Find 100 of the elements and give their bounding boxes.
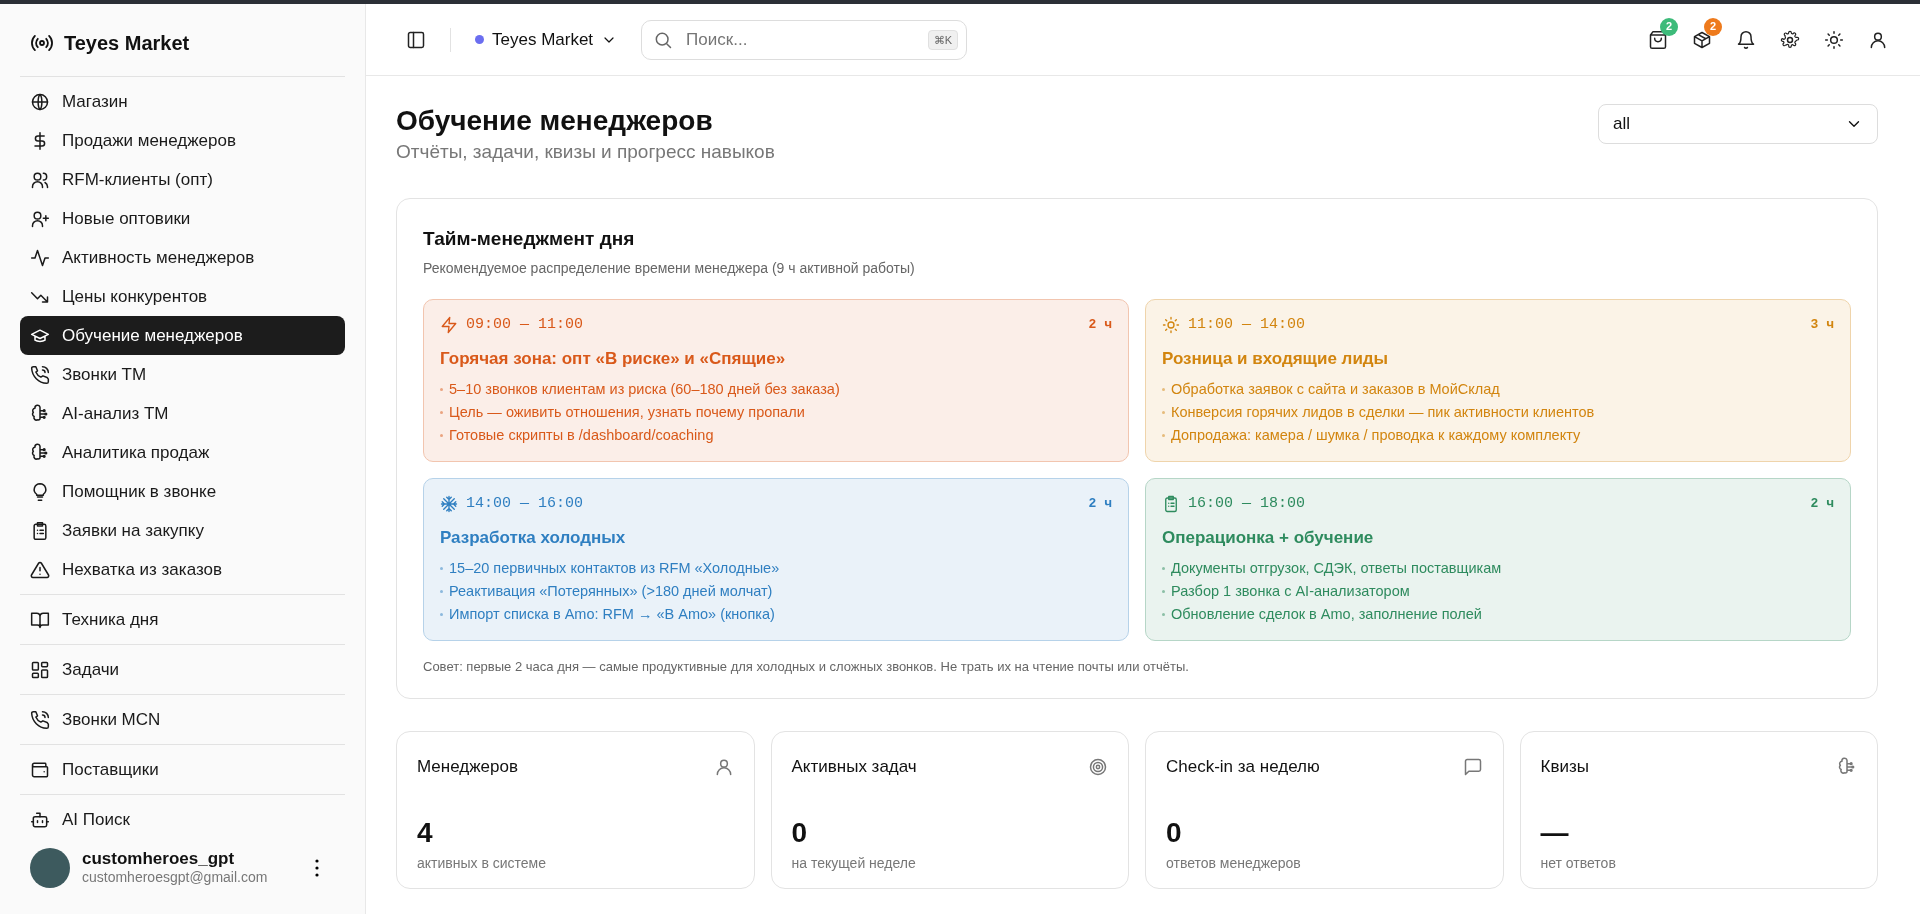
sidebar-item[interactable]: AI Поиск xyxy=(20,800,345,839)
task-text: Цель — оживить отношения, узнать почему пропали xyxy=(449,402,805,422)
activity-icon xyxy=(30,247,50,268)
sidebar-item[interactable]: Магазин xyxy=(20,82,345,121)
task-text: Обработка заявок с сайта и заказов в МойСклад xyxy=(1171,379,1500,399)
task-text: 5–10 звонков клиентам из риска (60–180 дней без заказа) xyxy=(449,379,840,399)
bullet-icon xyxy=(1162,433,1165,437)
stat-value: 0 xyxy=(791,818,809,850)
block-title: Горячая зона: опт «В риске» и «Спящие» xyxy=(440,348,787,371)
bullet-icon xyxy=(1162,410,1165,414)
brand-name: Teyes Market xyxy=(64,31,190,56)
bullet-icon xyxy=(440,589,443,593)
sidebar-item[interactable]: Обучение менеджеров xyxy=(20,316,345,355)
tip-text: Совет: первые 2 часа дня — самые продуктивные для холодных и сложных звонков. Не трать их на чтение почты или отчёты. xyxy=(423,657,1190,676)
sidebar-item[interactable]: Нехватка из заказов xyxy=(20,550,345,589)
sidebar-item[interactable]: Новые оптовики xyxy=(20,199,345,238)
stat-value: — xyxy=(1540,818,1570,850)
clipboard-list-icon xyxy=(30,520,50,541)
stat-note: на текущей неделе xyxy=(791,854,917,874)
page-title: Обучение менеджеров xyxy=(396,104,714,138)
sidebar-item[interactable]: Звонки ТМ xyxy=(20,355,345,394)
globe-icon xyxy=(30,91,50,112)
bullet-icon xyxy=(440,410,443,414)
task-text: Допродажа: камера / шумка / проводка к каждому комплекту xyxy=(1171,425,1581,445)
block-title: Розница и входящие лиды xyxy=(1162,348,1390,371)
user-name: customheroes_gpt xyxy=(82,850,236,869)
bullet-icon xyxy=(1162,387,1165,391)
bullet-icon xyxy=(440,612,443,616)
user-email: customheroesgpt@gmail.com xyxy=(82,868,269,886)
sidebar-item[interactable]: Заявки на закупку xyxy=(20,511,345,550)
time-range: 09:00 — 11:00 xyxy=(466,314,584,335)
sidebar-item[interactable]: Техника дня xyxy=(20,600,345,639)
more-options-icon xyxy=(315,859,319,877)
clipboard-list-icon xyxy=(1162,494,1180,513)
page-subtitle: Отчёты, задачи, квизы и прогресс навыков xyxy=(396,139,775,164)
lightbulb-icon xyxy=(30,481,50,502)
task-text: Готовые скрипты в /dashboard/coaching xyxy=(449,425,714,445)
stat-label: Активных задач xyxy=(791,756,917,779)
bullet-icon xyxy=(440,566,443,570)
stat-note: активных в системе xyxy=(417,854,548,874)
stat-value: 4 xyxy=(417,818,434,850)
brain-icon xyxy=(30,442,50,463)
stat-value: 0 xyxy=(1166,818,1183,850)
card-subtitle: Рекомендуемое распределение времени менеджера (9 ч активной работы) xyxy=(423,258,916,278)
warning-icon xyxy=(30,559,50,580)
brain-icon xyxy=(30,403,50,424)
sidebar-item[interactable]: Цены конкурентов xyxy=(20,277,345,316)
sidebar-item[interactable]: RFM-клиенты (опт) xyxy=(20,160,345,199)
stat-label: Менеджеров xyxy=(417,756,518,779)
task-text: Документы отгрузок, СДЭК, ответы поставщикам xyxy=(1171,558,1502,578)
bullet-icon xyxy=(440,433,443,437)
task-text: 15–20 первичных контактов из RFM «Холодные» xyxy=(449,558,780,578)
sidebar-item[interactable]: Звонки MCN xyxy=(20,700,345,739)
time-range: 11:00 — 14:00 xyxy=(1188,314,1306,335)
filter-dropdown[interactable]: all xyxy=(1598,104,1878,144)
task-text: Разбор 1 звонка с AI-анализатором xyxy=(1171,581,1410,601)
stat-label: Квизы xyxy=(1540,756,1589,779)
lightning-icon xyxy=(440,315,458,334)
sun-icon xyxy=(1824,29,1844,50)
card-title: Тайм-менеджмент дня xyxy=(423,227,636,252)
sidebar-item[interactable]: AI-анализ ТМ xyxy=(20,394,345,433)
bullet-icon xyxy=(1162,612,1165,616)
duration: 3 ч xyxy=(1810,316,1834,335)
task-text: Конверсия горячих лидов в сделки — пик активности клиентов xyxy=(1171,402,1595,422)
sidebar-item[interactable]: Активность менеджеров xyxy=(20,238,345,277)
task-text: Реактивация «Потерянных» (>180 дней молчат) xyxy=(449,581,773,601)
shopping-bag-icon xyxy=(1648,29,1668,50)
duration: 2 ч xyxy=(1810,495,1834,514)
sidebar-item[interactable]: Аналитика продаж xyxy=(20,433,345,472)
sun-icon xyxy=(1162,315,1180,334)
task-text: Импорт списка в Amo: RFM → «В Amo» (кнопка) xyxy=(449,604,775,624)
store-selector[interactable]: Teyes Market xyxy=(467,22,626,57)
block-title: Разработка холодных xyxy=(440,527,627,550)
phone-icon xyxy=(30,364,50,385)
phone-icon xyxy=(30,709,50,730)
stat-label: Check-in за неделю xyxy=(1166,756,1320,779)
sidebar-item[interactable]: Помощник в звонке xyxy=(20,472,345,511)
target-icon xyxy=(1088,756,1108,777)
sidebar-item[interactable]: Продажи менеджеров xyxy=(20,121,345,160)
dashboard-icon xyxy=(30,659,50,680)
brain-icon xyxy=(1837,756,1857,777)
time-range: 16:00 — 18:00 xyxy=(1188,493,1306,514)
time-range: 14:00 — 16:00 xyxy=(466,493,584,514)
stat-note: нет ответов xyxy=(1540,854,1617,874)
settings-icon xyxy=(1780,29,1800,50)
sidebar-item[interactable]: Поставщики xyxy=(20,750,345,789)
sidebar-item[interactable]: Задачи xyxy=(20,650,345,689)
count-badge: 2 xyxy=(1704,17,1722,36)
sidebar-toggle-icon xyxy=(406,29,426,50)
duration: 2 ч xyxy=(1088,316,1112,335)
block-title: Операционка + обучение xyxy=(1162,527,1375,550)
notification-bell-icon xyxy=(1736,29,1756,50)
message-icon xyxy=(1462,756,1483,777)
snowflake-icon xyxy=(440,494,458,513)
avatar xyxy=(30,848,70,888)
bullet-icon xyxy=(440,387,443,391)
bullet-icon xyxy=(1162,566,1165,570)
bullet-icon xyxy=(1162,589,1165,593)
count-badge: 2 xyxy=(1660,17,1678,36)
package-icon xyxy=(1692,29,1712,50)
